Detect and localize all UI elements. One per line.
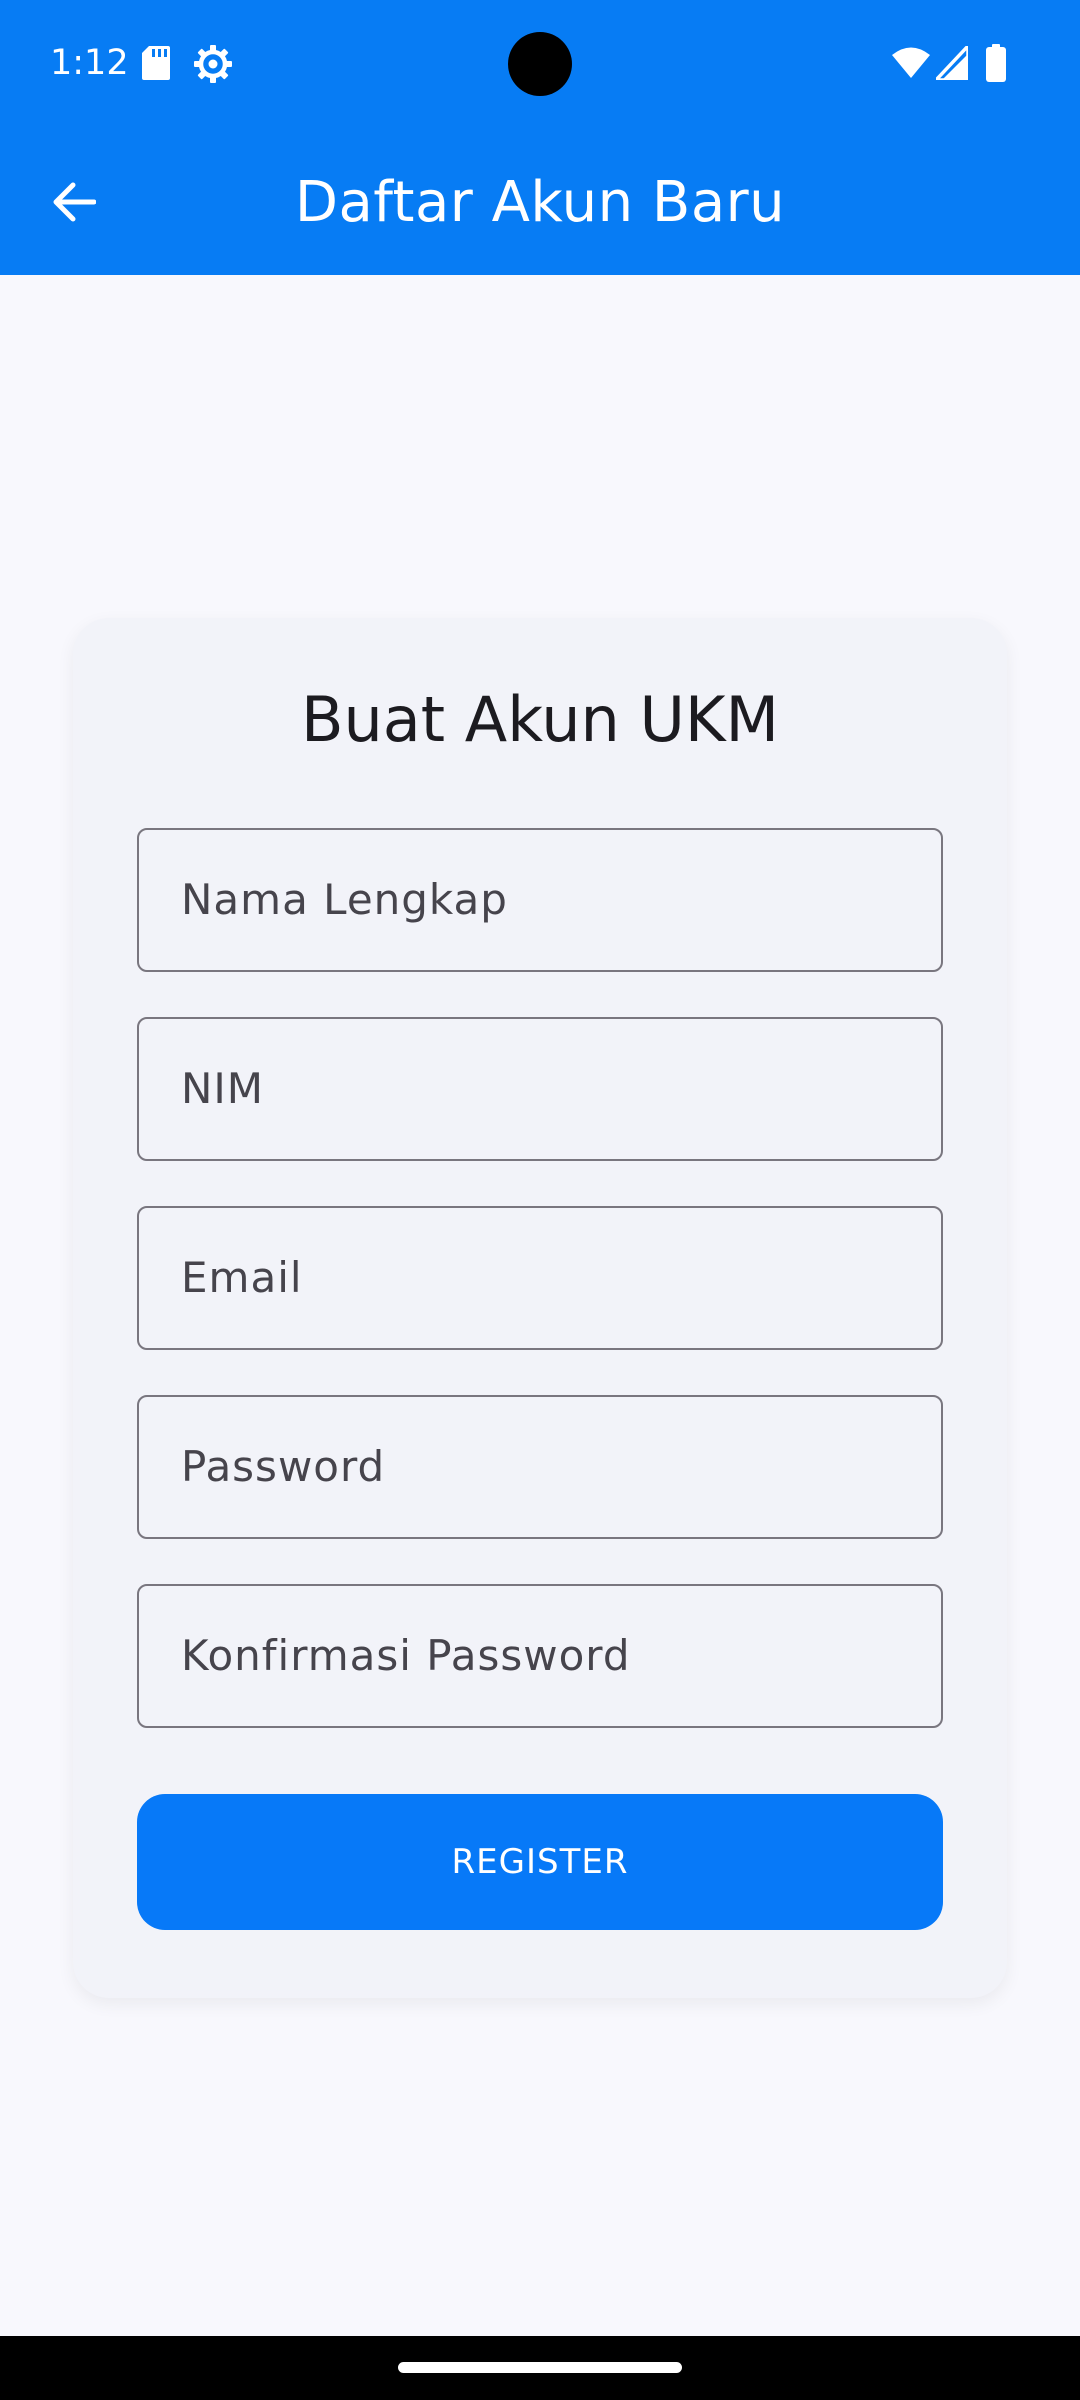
- app-bar: Daftar Akun Baru: [0, 130, 1080, 275]
- email-label: Email: [181, 1253, 303, 1302]
- password-field[interactable]: Password: [137, 1395, 943, 1539]
- nim-field[interactable]: NIM: [137, 1017, 943, 1161]
- register-card: Buat Akun UKM Nama Lengkap NIM Email Pas…: [73, 618, 1007, 1998]
- wifi-icon: [892, 46, 930, 82]
- status-time: 1:12: [50, 43, 129, 83]
- navigation-bar: [0, 2336, 1080, 2400]
- home-gesture-handle[interactable]: [398, 2362, 682, 2373]
- battery-icon: [986, 44, 1006, 86]
- full-name-field[interactable]: Nama Lengkap: [137, 828, 943, 972]
- password-label: Password: [181, 1442, 386, 1491]
- form-title: Buat Akun UKM: [300, 683, 780, 756]
- page-title: Daftar Akun Baru: [294, 170, 786, 235]
- confirm-password-field[interactable]: Konfirmasi Password: [137, 1584, 943, 1728]
- confirm-password-label: Konfirmasi Password: [181, 1631, 631, 1680]
- signal-icon: [934, 44, 970, 84]
- nim-label: NIM: [181, 1064, 265, 1113]
- email-field[interactable]: Email: [137, 1206, 943, 1350]
- settings-gear-icon: [194, 45, 232, 87]
- front-camera: [508, 32, 572, 96]
- full-name-label: Nama Lengkap: [181, 875, 508, 924]
- register-button[interactable]: REGISTER: [137, 1794, 943, 1930]
- sd-card-icon: [142, 46, 170, 84]
- status-bar: 1:12: [0, 0, 1080, 130]
